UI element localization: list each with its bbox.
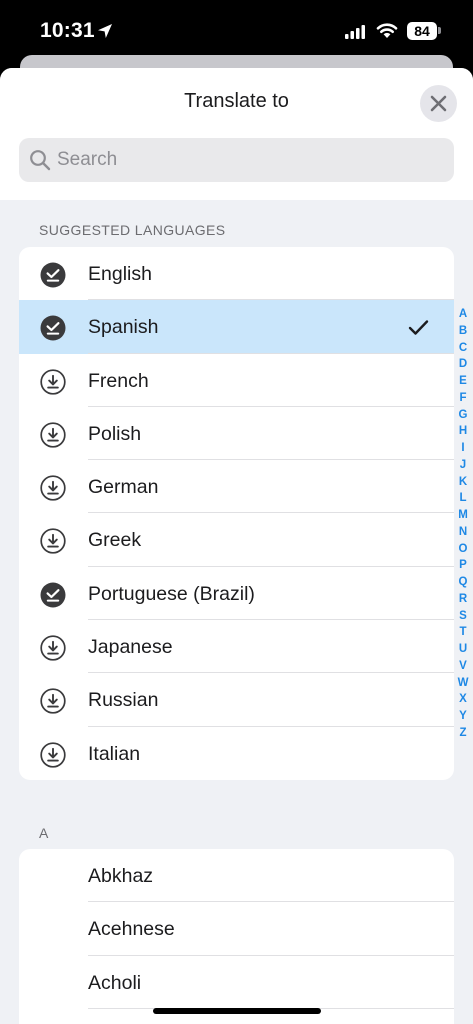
download-icon[interactable] bbox=[40, 528, 66, 555]
sheet-header: Translate to bbox=[0, 68, 473, 200]
index-letter[interactable]: W bbox=[456, 675, 470, 692]
close-icon bbox=[430, 95, 447, 112]
wifi-icon bbox=[376, 23, 398, 38]
language-row[interactable]: German bbox=[19, 460, 454, 514]
language-label: Greek bbox=[88, 529, 142, 552]
suggested-languages-header: SUGGESTED LANGUAGES bbox=[39, 222, 226, 238]
download-icon[interactable] bbox=[40, 688, 66, 715]
index-letter[interactable]: Q bbox=[456, 574, 470, 591]
index-letter[interactable]: K bbox=[456, 474, 470, 491]
language-label: Russian bbox=[88, 689, 159, 712]
language-row[interactable]: Abkhaz bbox=[19, 849, 454, 903]
language-row[interactable]: Polish bbox=[19, 407, 454, 461]
downloaded-check-icon bbox=[40, 262, 66, 288]
location-arrow-icon bbox=[98, 24, 112, 38]
index-letter[interactable]: V bbox=[456, 658, 470, 675]
language-label: Japanese bbox=[88, 636, 173, 659]
index-letter[interactable]: G bbox=[456, 407, 470, 424]
search-input[interactable] bbox=[57, 138, 437, 182]
language-row[interactable]: Italian bbox=[19, 727, 454, 780]
index-letter[interactable]: P bbox=[456, 557, 470, 574]
language-label: English bbox=[88, 263, 152, 285]
language-label: Polish bbox=[88, 422, 142, 445]
index-letter[interactable]: D bbox=[456, 356, 470, 373]
index-letter[interactable]: T bbox=[456, 624, 470, 641]
section-header-a: A bbox=[39, 825, 49, 841]
language-row[interactable]: Spanish bbox=[19, 300, 454, 354]
selected-checkmark-icon bbox=[408, 320, 429, 335]
download-icon[interactable] bbox=[40, 475, 66, 501]
language-row[interactable]: Japanese bbox=[19, 620, 454, 674]
battery-tip bbox=[438, 27, 441, 34]
language-row[interactable]: Portuguese (Brazil) bbox=[19, 567, 454, 621]
battery-indicator: 84 bbox=[407, 22, 437, 40]
download-icon[interactable] bbox=[40, 635, 66, 661]
language-row[interactable]: Greek bbox=[19, 513, 454, 567]
download-icon[interactable] bbox=[40, 742, 66, 768]
language-row[interactable]: Acholi bbox=[19, 956, 454, 1009]
index-letter[interactable]: O bbox=[456, 541, 470, 558]
download-icon[interactable] bbox=[40, 368, 66, 395]
language-label: Acehnese bbox=[88, 918, 175, 941]
language-row[interactable]: Russian bbox=[19, 673, 454, 727]
language-label: Acholi bbox=[88, 971, 142, 994]
index-letter[interactable]: C bbox=[456, 340, 470, 357]
sheet-title: Translate to bbox=[184, 90, 289, 112]
index-letter[interactable]: U bbox=[456, 641, 470, 658]
alphabet-index[interactable]: ABCDEFGHIJKLMNOPQRSTUVWXYZ bbox=[456, 306, 470, 742]
index-letter[interactable]: I bbox=[456, 440, 470, 457]
language-row[interactable]: English bbox=[19, 247, 454, 301]
language-row[interactable]: Acehnese bbox=[19, 902, 454, 956]
suggested-languages-list: English Spanish French Polish German Greek Por… bbox=[19, 247, 454, 780]
index-letter[interactable]: Z bbox=[456, 725, 470, 742]
language-label: Portuguese (Brazil) bbox=[88, 582, 255, 605]
index-letter[interactable]: X bbox=[456, 691, 470, 708]
home-indicator bbox=[153, 1008, 321, 1014]
index-letter[interactable]: H bbox=[456, 423, 470, 440]
language-label: Abkhaz bbox=[88, 865, 154, 887]
index-letter[interactable]: Y bbox=[456, 708, 470, 725]
index-letter[interactable]: B bbox=[456, 323, 470, 340]
index-letter[interactable]: J bbox=[456, 457, 470, 474]
index-letter[interactable]: S bbox=[456, 608, 470, 625]
downloaded-check-icon bbox=[40, 582, 66, 608]
language-label: German bbox=[88, 476, 159, 499]
status-time: 10:31 bbox=[40, 19, 95, 42]
search-icon bbox=[30, 150, 51, 171]
download-icon[interactable] bbox=[40, 422, 66, 448]
languages-a-list: Abkhaz Acehnese Acholi bbox=[19, 849, 454, 1024]
downloaded-check-icon bbox=[40, 315, 66, 341]
index-letter[interactable]: A bbox=[456, 306, 470, 323]
index-letter[interactable]: R bbox=[456, 591, 470, 608]
language-label: French bbox=[88, 369, 149, 392]
index-letter[interactable]: F bbox=[456, 390, 470, 407]
search-field[interactable] bbox=[19, 138, 454, 182]
index-letter[interactable]: M bbox=[456, 507, 470, 524]
language-label: Italian bbox=[88, 742, 141, 765]
status-bar: 10:31 84 bbox=[0, 0, 473, 62]
translate-sheet: Translate to SUGGESTED LANGUAGES English… bbox=[0, 68, 473, 1024]
index-letter[interactable]: N bbox=[456, 524, 470, 541]
language-label: Spanish bbox=[88, 316, 159, 339]
index-letter[interactable]: L bbox=[456, 490, 470, 507]
language-row[interactable]: French bbox=[19, 354, 454, 407]
cellular-signal-icon bbox=[345, 25, 365, 39]
index-letter[interactable]: E bbox=[456, 373, 470, 390]
close-button[interactable] bbox=[420, 85, 457, 122]
